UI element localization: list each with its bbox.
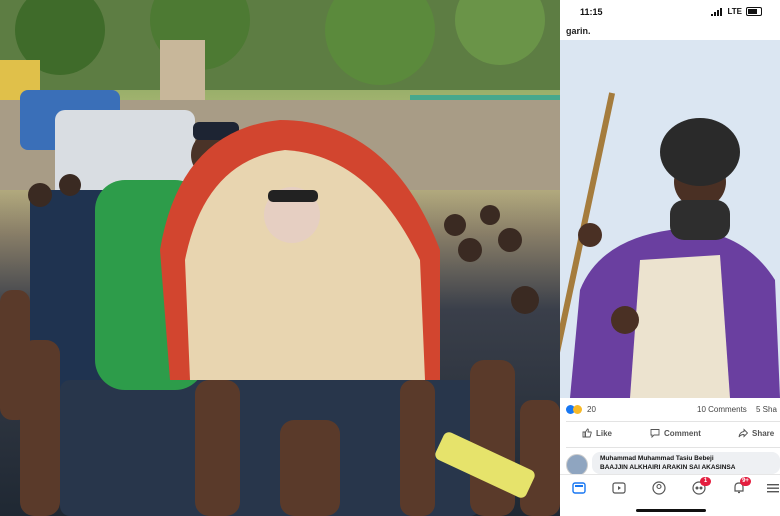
comment-text: BAAJJIN ALKHAIRI ARAKIN SAI AKASINSA <box>600 464 736 471</box>
groups-icon[interactable]: 1 <box>692 477 711 495</box>
wow-reaction-icon <box>573 405 582 414</box>
comment-label: Comment <box>664 428 701 438</box>
post-photo-illustration <box>560 40 780 398</box>
comment-bubble: Muhammad Muhammad Tasiu Bebeji BAAJJIN A… <box>592 452 780 474</box>
reaction-summary[interactable]: 20 <box>566 405 596 414</box>
divider <box>566 421 780 422</box>
bottom-navigation: 1 9+ <box>560 474 780 516</box>
notifications-icon[interactable]: 9+ <box>732 477 751 495</box>
battery-icon <box>746 7 762 16</box>
home-icon[interactable] <box>572 481 586 495</box>
comment-author[interactable]: Muhammad Muhammad Tasiu Bebeji <box>600 455 714 462</box>
post-text: garin. <box>566 26 591 36</box>
thumbs-up-icon <box>582 428 592 438</box>
share-label: Share <box>752 428 775 438</box>
signal-icon <box>711 7 723 16</box>
status-indicators: LTE <box>711 7 762 16</box>
shares-count[interactable]: 5 Sha <box>756 405 777 414</box>
home-indicator <box>636 509 706 512</box>
reactions-row: 20 10 Comments 5 Sha <box>560 403 780 419</box>
like-button[interactable]: Like <box>582 428 612 438</box>
phone-status-bar: 11:15 LTE <box>560 0 780 26</box>
comment-button[interactable]: Comment <box>650 428 701 438</box>
facebook-post-screenshot: 11:15 LTE garin. 20 10 Comments 5 Sha Li… <box>560 0 780 516</box>
menu-icon[interactable] <box>766 481 780 495</box>
network-type: LTE <box>727 7 742 16</box>
rally-photo <box>0 0 560 516</box>
profile-icon[interactable] <box>652 481 666 495</box>
comments-count[interactable]: 10 Comments <box>697 405 747 414</box>
rally-photo-illustration <box>0 0 560 516</box>
like-label: Like <box>596 428 613 438</box>
status-time: 11:15 <box>580 7 603 17</box>
reaction-count: 20 <box>587 405 596 414</box>
video-icon[interactable] <box>612 481 626 495</box>
comment-preview[interactable]: Muhammad Muhammad Tasiu Bebeji BAAJJIN A… <box>566 452 780 476</box>
comment-icon <box>650 429 660 438</box>
divider <box>566 447 780 448</box>
share-icon <box>738 428 748 438</box>
notifications-badge: 9+ <box>740 477 751 486</box>
commenter-avatar[interactable] <box>566 454 588 476</box>
groups-badge: 1 <box>700 477 711 486</box>
post-actions: Like Comment Share <box>560 424 780 444</box>
post-photo[interactable] <box>560 40 780 398</box>
share-button[interactable]: Share <box>738 428 774 438</box>
